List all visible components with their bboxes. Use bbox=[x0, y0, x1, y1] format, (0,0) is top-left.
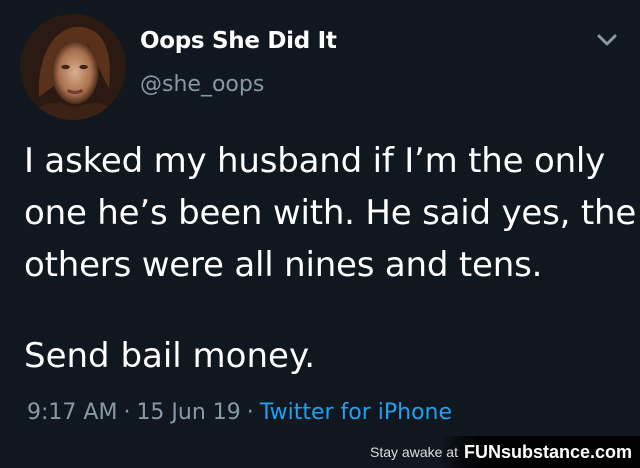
tweet-metadata: 9:17 AM · 15 Jun 19 · Twitter for iPhone bbox=[27, 399, 452, 427]
tweet-line: I asked my husband if I’m the only bbox=[24, 141, 606, 181]
watermark-brand: FUNsubstance.com bbox=[463, 441, 632, 462]
avatar-image bbox=[20, 14, 126, 120]
tweet-card: Oops She Did It @she_oops I asked my hus… bbox=[0, 0, 640, 468]
tweet-date[interactable]: 15 Jun 19 bbox=[136, 400, 240, 425]
chevron-down-icon[interactable] bbox=[596, 32, 618, 48]
avatar[interactable] bbox=[20, 14, 126, 120]
watermark-prefix: Stay awake at bbox=[370, 444, 458, 460]
tweet-text: I asked my husband if I’m the only one h… bbox=[24, 135, 637, 291]
site-watermark: Stay awake at FUNsubstance.com bbox=[370, 436, 640, 468]
tweet-time[interactable]: 9:17 AM bbox=[27, 400, 117, 425]
separator-dot: · bbox=[246, 400, 254, 425]
tweet-source-link[interactable]: Twitter for iPhone bbox=[260, 400, 452, 425]
separator-dot: · bbox=[123, 400, 131, 425]
user-handle[interactable]: @she_oops bbox=[140, 72, 264, 97]
display-name[interactable]: Oops She Did It bbox=[140, 28, 337, 54]
tweet-closing-text: Send bail money. bbox=[24, 336, 316, 376]
tweet-line: one he’s been with. He said yes, the bbox=[24, 193, 637, 233]
tweet-line: others were all nines and tens. bbox=[24, 245, 543, 285]
